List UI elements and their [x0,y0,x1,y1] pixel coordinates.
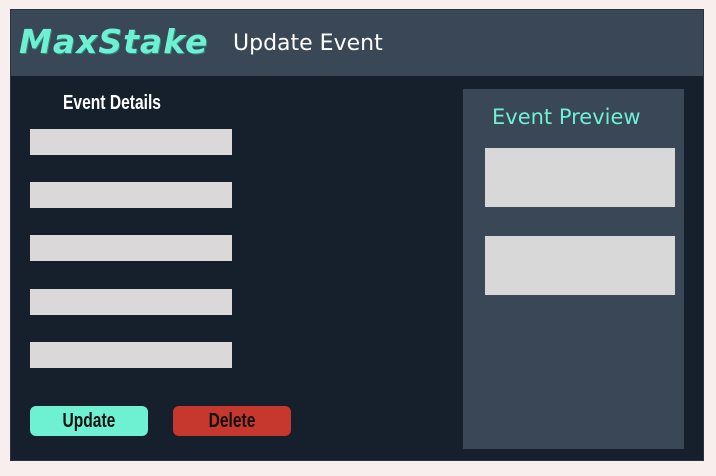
delete-button[interactable]: Delete [173,406,291,436]
page-title: Update Event [233,31,383,56]
update-button[interactable]: Update [30,406,148,436]
event-preview-heading: Event Preview [492,105,641,129]
app-window: MaxStake Update Event Event Details Upda… [10,9,704,461]
event-field-3[interactable] [30,235,232,261]
delete-button-label: Delete [208,410,256,432]
event-field-5[interactable] [30,342,232,368]
brand-logo[interactable]: MaxStake [19,22,208,62]
preview-box-2 [485,236,675,295]
event-field-1[interactable] [30,129,232,155]
preview-box-1 [485,148,675,207]
header-bar: MaxStake Update Event [11,10,703,76]
event-field-4[interactable] [30,289,232,315]
event-details-heading: Event Details [63,92,161,114]
event-preview-panel: Event Preview [463,89,684,449]
update-button-label: Update [62,410,116,432]
event-field-2[interactable] [30,182,232,208]
